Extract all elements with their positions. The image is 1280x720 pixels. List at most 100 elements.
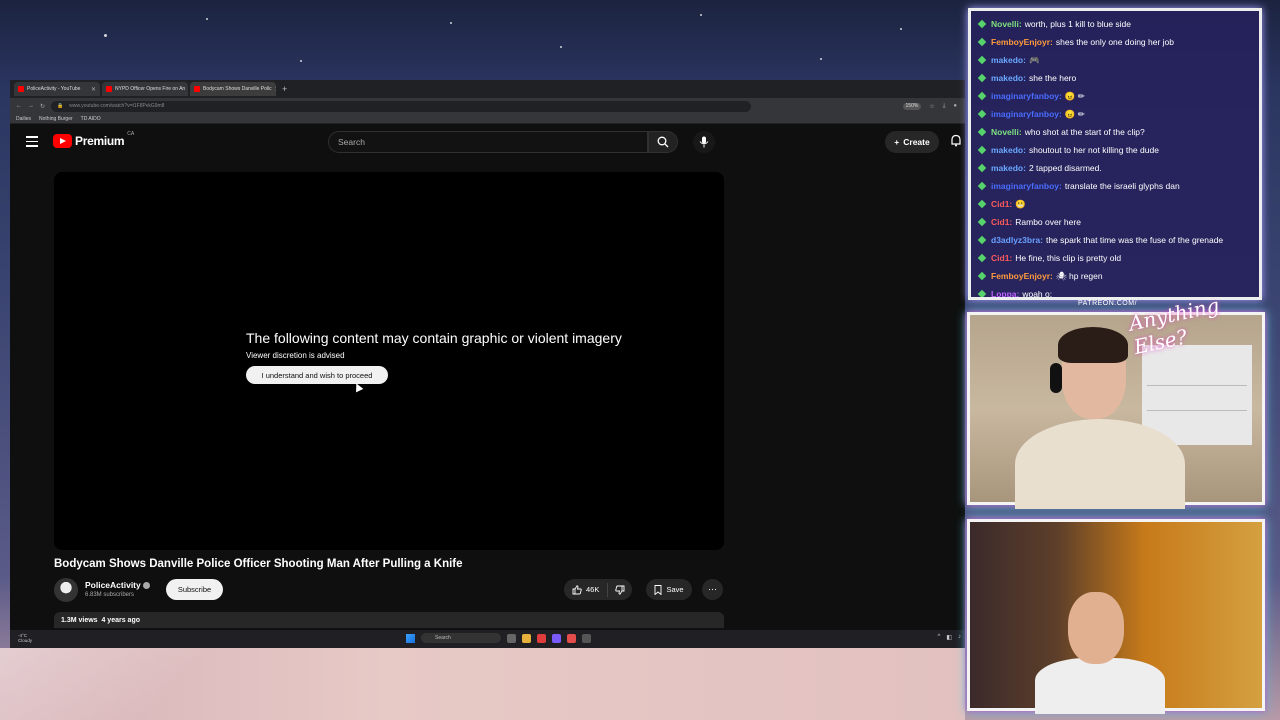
youtube-favicon-icon <box>194 86 200 92</box>
weather-widget[interactable]: -4°C Cloudy <box>18 633 32 643</box>
zoom-level[interactable]: 150% <box>902 102 922 110</box>
subscriber-count: 6.83M subscribers <box>85 592 135 598</box>
browser-tab-2[interactable]: NYPD Officer Opens Fire on An✕ <box>102 82 188 96</box>
forward-icon[interactable]: → <box>28 103 34 109</box>
badge-icon <box>977 235 987 245</box>
chat-username[interactable]: FemboyEnjoyr: <box>991 33 1053 51</box>
like-dislike-group: 46K <box>564 579 632 600</box>
address-bar[interactable]: 🔒 www.youtube.com/watch?v=t1F8PvkG9m8 <box>51 100 752 112</box>
star-icon[interactable]: ☆ <box>929 103 934 110</box>
streamer-person <box>1015 327 1185 509</box>
badge-icon <box>977 127 987 137</box>
webcam-2 <box>967 519 1265 714</box>
stream-chat: Novelli: worth, plus 1 kill to blue side F… <box>968 8 1262 300</box>
chat-message: makedo: she the hero <box>977 69 1253 87</box>
chat-text: 🕷 hp regen <box>1055 271 1103 281</box>
voice-search-button[interactable] <box>693 131 715 153</box>
chat-text: He fine, this clip is pretty old <box>1015 253 1122 263</box>
badge-icon <box>977 91 987 101</box>
new-tab-icon[interactable]: + <box>282 84 287 94</box>
thumbs-up-icon <box>572 584 582 594</box>
chat-username[interactable]: Novelli: <box>991 15 1022 33</box>
bookmark-item[interactable]: Nothing Burger <box>39 116 73 122</box>
youtube-favicon-icon <box>18 86 24 92</box>
chat-username[interactable]: imaginaryfanboy: <box>991 177 1062 195</box>
video-title: Bodycam Shows Danville Police Officer Sh… <box>54 558 463 570</box>
back-icon[interactable]: ← <box>16 103 22 109</box>
create-button[interactable]: + Create <box>885 131 939 153</box>
notifications-bell-icon[interactable] <box>950 134 962 152</box>
chat-username[interactable]: imaginaryfanboy: <box>991 105 1062 123</box>
upload-age: 4 years ago <box>101 617 140 624</box>
chat-message: Cid1: Rambo over here <box>977 213 1253 231</box>
chat-message: Cid1: He fine, this clip is pretty old <box>977 249 1253 267</box>
chat-username[interactable]: FemboyEnjoyr: <box>991 267 1053 285</box>
close-tab-icon[interactable]: ✕ <box>275 86 276 93</box>
close-tab-icon[interactable]: ✕ <box>91 86 96 93</box>
chat-username[interactable]: makedo: <box>991 159 1026 177</box>
dislike-button[interactable] <box>608 585 632 595</box>
like-button[interactable]: 46K <box>564 582 608 597</box>
task-view-icon[interactable] <box>507 633 516 643</box>
chat-username[interactable]: Novelli: <box>991 123 1022 141</box>
chat-username[interactable]: Cid1: <box>991 249 1012 267</box>
chat-text: 😬 <box>1015 199 1026 209</box>
patreon-label: PATREON.COM/ <box>1078 300 1138 307</box>
chat-username[interactable]: Loppa: <box>991 285 1019 297</box>
lock-icon: 🔒 <box>57 103 64 109</box>
chat-username[interactable]: makedo: <box>991 141 1026 159</box>
chat-username[interactable]: Cid1: <box>991 195 1012 213</box>
youtube-logo[interactable]: Premium CA <box>53 131 134 148</box>
view-count: 1.3M views <box>61 617 98 624</box>
badge-icon <box>977 253 987 263</box>
chat-text: translate the israeli glyphs dan <box>1064 181 1180 191</box>
microphone-icon <box>699 136 709 148</box>
chrome-icon[interactable] <box>567 633 576 643</box>
chat-text: 🎮 <box>1028 55 1040 65</box>
discord-icon[interactable] <box>552 633 561 643</box>
chat-username[interactable]: imaginaryfanboy: <box>991 87 1062 105</box>
download-icon[interactable]: ⤓ <box>943 103 946 110</box>
chat-username[interactable]: Cid1: <box>991 213 1012 231</box>
windows-start-icon[interactable] <box>406 633 415 643</box>
chat-message: imaginaryfanboy: 😠 ✏ <box>977 87 1253 105</box>
taskbar-search[interactable]: Search <box>421 633 501 643</box>
chat-username[interactable]: makedo: <box>991 51 1026 69</box>
chat-message: imaginaryfanboy: 😠 ✏ <box>977 105 1253 123</box>
chat-text: 😠 ✏ <box>1064 91 1085 101</box>
chat-text: the spark that time was the fuse of the … <box>1045 235 1224 245</box>
save-button[interactable]: Save <box>646 579 692 600</box>
proceed-button[interactable]: I understand and wish to proceed <box>246 366 388 384</box>
app-icon[interactable] <box>582 633 591 643</box>
description-box[interactable]: 1.3M views 4 years ago <box>54 612 724 628</box>
browser-tab-1[interactable]: PoliceActivity - YouTube ✕ <box>14 82 100 96</box>
youtube-header: Premium CA Search + Create <box>10 124 965 160</box>
profile-icon[interactable]: ● <box>953 103 957 110</box>
chat-text: woah o: <box>1022 289 1053 299</box>
bookmark-item[interactable]: TD AIDO <box>81 116 101 122</box>
search-input[interactable]: Search <box>328 131 648 153</box>
more-options-icon[interactable]: ⋯ <box>702 579 723 600</box>
chat-message: imaginaryfanboy: translate the israeli gl… <box>977 177 1253 195</box>
chat-username[interactable]: makedo: <box>991 69 1026 87</box>
address-row: ← → ↻ 🔒 www.youtube.com/watch?v=t1F8PvkG… <box>10 98 965 114</box>
bookmark-item[interactable]: Dailies <box>16 116 31 122</box>
channel-name[interactable]: PoliceActivity <box>85 580 150 590</box>
badge-icon <box>977 271 987 281</box>
subscribe-button[interactable]: Subscribe <box>166 579 223 600</box>
chat-username[interactable]: d3adlyz3bra: <box>991 231 1043 249</box>
chat-message: Novelli: worth, plus 1 kill to blue side <box>977 15 1253 33</box>
search-button[interactable] <box>648 131 678 153</box>
chat-message: makedo: shoutout to her not killing the d… <box>977 141 1253 159</box>
app-icon[interactable] <box>537 633 546 643</box>
badge-icon <box>977 19 987 29</box>
video-player[interactable]: The following content may contain graphi… <box>54 172 724 550</box>
verified-icon <box>142 582 150 590</box>
browser-tab-3[interactable]: Bodycam Shows Danville Polic✕ <box>190 82 276 96</box>
warning-subtitle: Viewer discretion is advised <box>246 351 345 360</box>
system-tray[interactable]: ^ ◧ ♪ <box>938 634 962 641</box>
hamburger-menu-icon[interactable] <box>26 136 38 147</box>
file-explorer-icon[interactable] <box>522 633 531 643</box>
channel-avatar[interactable] <box>54 578 78 602</box>
reload-icon[interactable]: ↻ <box>40 103 45 110</box>
